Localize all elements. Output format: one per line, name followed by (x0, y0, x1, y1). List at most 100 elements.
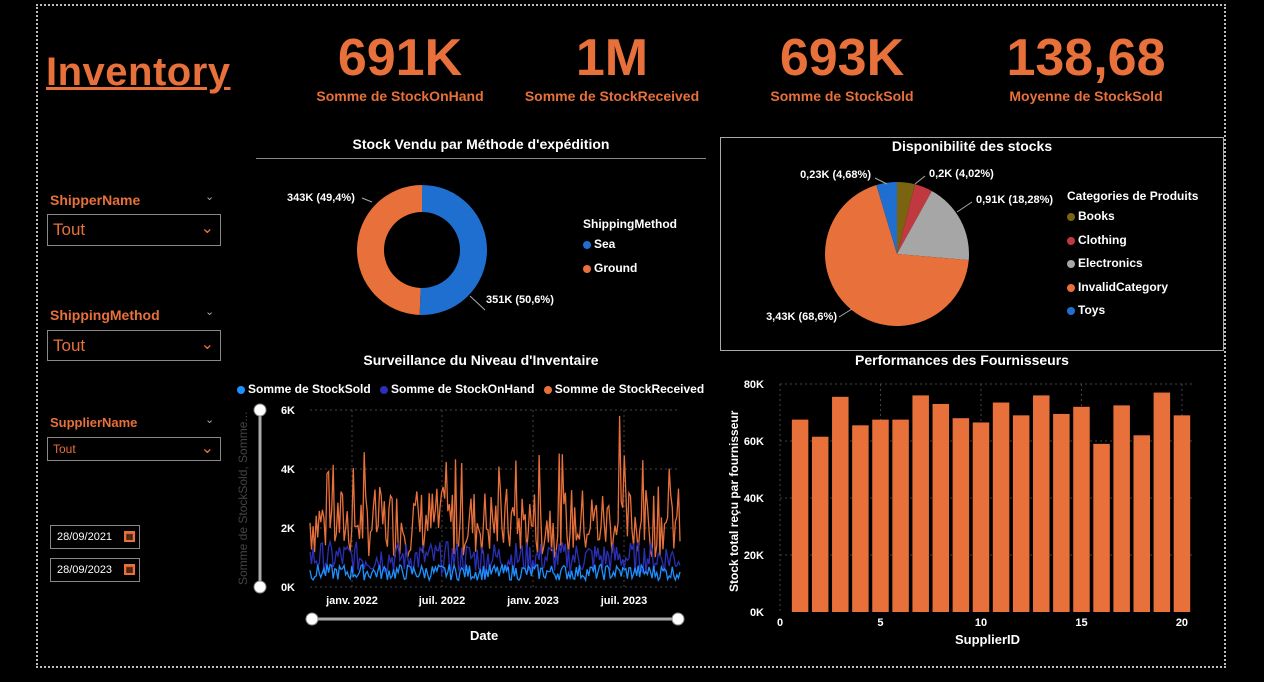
supplier-bar-7 (912, 395, 929, 612)
kpi-stock-on-hand: 691K Somme de StockOnHand (285, 30, 515, 104)
y-tick-label: 0K (281, 582, 295, 594)
legend-label: Electronics (1078, 256, 1143, 270)
supplier-bar-2 (811, 436, 829, 612)
legend-item-stockonhand[interactable]: Somme de StockOnHand (380, 382, 534, 396)
kpi-value: 693K (779, 29, 905, 87)
bar-x-axis-label: SupplierID (955, 632, 1021, 647)
kpi-label: Moyenne de StockSold (1009, 88, 1163, 104)
y-range-handle-bottom (253, 580, 267, 594)
donut-slice-ground (357, 185, 422, 315)
chevron-down-icon: ⌄ (200, 220, 214, 237)
legend-item-clothing[interactable]: Clothing (1067, 233, 1127, 247)
supplier-bar-18 (1133, 435, 1151, 612)
shipper-dropdown[interactable]: Tout ⌄ (47, 214, 221, 246)
supplier-bar-16 (1093, 443, 1110, 612)
y-tick-label: 80K (744, 379, 764, 391)
supplier-bar-1 (791, 419, 809, 612)
legend-dot (380, 385, 389, 394)
date-end-value: 28/09/2023 (57, 564, 113, 576)
donut-chart-title: Stock Vendu par Méthode d'expédition (352, 136, 610, 152)
legend-dot (237, 385, 245, 394)
supplier-bar-14 (1053, 413, 1070, 612)
supplier-bar-10 (972, 422, 990, 612)
legend-label: Ground (594, 261, 638, 275)
shipping-donut-chart: 351K (50,6%) 343K (49,4%) (287, 185, 554, 315)
kpi-label: Somme de StockOnHand (316, 88, 484, 104)
data-label-clothing: 0,2K (4,02%) (929, 168, 994, 180)
shipper-dropdown-value: Tout (53, 220, 86, 239)
y-tick-label: 2K (281, 523, 295, 535)
shipper-slicer-label: ShipperName (50, 192, 141, 208)
leader-line (838, 308, 853, 318)
legend-item-stockreceived[interactable]: Somme de StockReceived (543, 382, 705, 396)
leader-line (874, 177, 888, 185)
line-legend: Somme de StockSold Somme de StockOnHand … (237, 382, 704, 396)
leader-line (469, 295, 486, 311)
chevron-down-icon[interactable]: ⌄ (205, 413, 214, 426)
kpi-avg-stock-sold: 138,68 Moyenne de StockSold (971, 30, 1201, 104)
calendar-icon[interactable]: ▦ (124, 564, 135, 575)
legend-label: Somme de StockSold (248, 382, 371, 396)
date-end-input[interactable]: 28/09/2023 ▦ (50, 558, 140, 582)
inventory-line-chart: 0K 2K 4K 6K janv. 2022 juil. 2022 janv. 2023 ju… (253, 403, 685, 626)
x-tick-label: juil. 2022 (418, 595, 465, 607)
legend-dot (1067, 259, 1075, 268)
legend-dot (543, 385, 552, 394)
line-chart-title: Surveillance du Niveau d'Inventaire (363, 352, 599, 368)
legend-item-books[interactable]: Books (1067, 209, 1115, 223)
legend-item-electronics[interactable]: Electronics (1067, 256, 1143, 270)
kpi-value: 691K (337, 29, 463, 87)
pie-chart-title: Disponibilité des stocks (891, 138, 1053, 154)
donut-legend-title: ShippingMethod (583, 217, 677, 231)
chevron-down-icon[interactable]: ⌄ (205, 305, 214, 318)
legend-label: Books (1078, 209, 1115, 223)
legend-item-invalid[interactable]: InvalidCategory (1067, 280, 1168, 294)
supplier-bar-13 (1033, 395, 1050, 612)
x-tick-label: janv. 2023 (506, 595, 559, 607)
y-tick-label: 0K (750, 607, 764, 619)
data-label-toys: 0,23K (4,68%) (800, 169, 871, 181)
data-label-sea: 351K (50,6%) (486, 294, 554, 306)
chevron-down-icon[interactable]: ⌄ (205, 190, 214, 203)
supplier-bar-15 (1073, 406, 1090, 612)
chevron-down-icon: ⌄ (200, 336, 214, 353)
leader-line (914, 175, 926, 185)
legend-label: Somme de StockOnHand (391, 382, 535, 396)
x-tick-label: 10 (975, 617, 987, 626)
legend-item-sea[interactable]: Sea (583, 237, 615, 251)
x-tick-label: 5 (877, 617, 883, 626)
stock-pie-chart: 0,2K (4,02%) 0,91K (18,28%) 3,43K (68,6%) 0… (766, 168, 1053, 326)
legend-item-stocksold[interactable]: Somme de StockSold (237, 382, 371, 396)
supplier-dropdown[interactable]: Tout ⌄ (47, 437, 221, 461)
legend-label: Somme de StockReceived (554, 382, 705, 396)
legend-item-ground[interactable]: Ground (583, 261, 637, 275)
shipping-slicer-label: ShippingMethod (50, 307, 160, 323)
leader-line (361, 197, 373, 203)
y-range-handle-top (253, 403, 267, 417)
y-tick-label: 60K (744, 436, 764, 448)
supplier-bar-6 (892, 419, 909, 612)
kpi-label: Somme de StockSold (770, 88, 914, 104)
legend-dot (583, 264, 591, 273)
shipping-dropdown[interactable]: Tout ⌄ (47, 330, 221, 361)
date-start-value: 28/09/2021 (57, 531, 113, 543)
supplier-bar-19 (1153, 392, 1171, 612)
legend-item-toys[interactable]: Toys (1067, 303, 1105, 317)
supplier-bar-3 (832, 396, 849, 612)
supplier-bar-4 (852, 425, 869, 612)
legend-label: Sea (594, 237, 616, 251)
date-start-input[interactable]: 28/09/2021 ▦ (50, 525, 140, 549)
supplier-bar-9 (952, 418, 970, 612)
donut-slice-sea (419, 185, 487, 315)
supplier-bar-17 (1113, 405, 1130, 612)
calendar-icon[interactable]: ▦ (124, 531, 135, 542)
x-range-handle-left (305, 612, 319, 626)
legend-dot (583, 240, 591, 249)
page-title: Inventory (46, 50, 231, 94)
x-range-handle-right (671, 612, 685, 626)
chevron-down-icon: ⌄ (200, 440, 214, 457)
y-tick-label: 6K (281, 405, 295, 417)
supplier-bar-12 (1012, 415, 1030, 612)
kpi-stock-received: 1M Somme de StockReceived (497, 30, 727, 104)
legend-dot (1067, 212, 1075, 221)
